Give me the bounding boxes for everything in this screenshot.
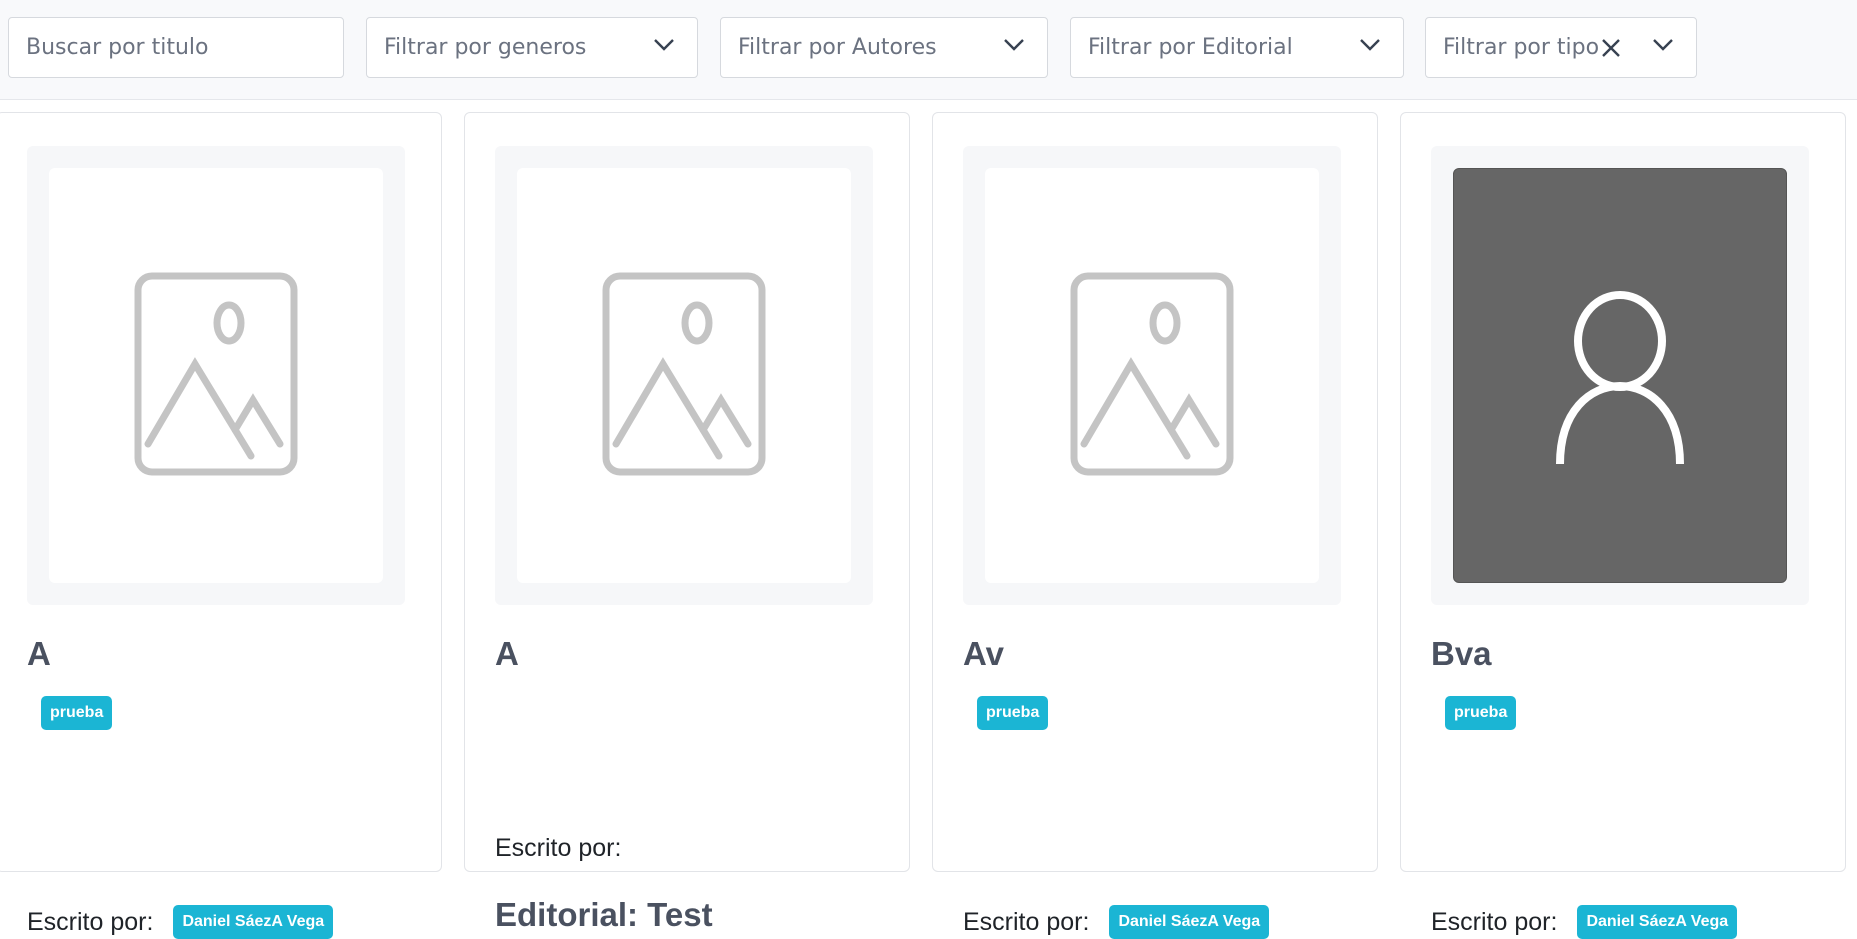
author-label: Escrito por: xyxy=(1431,907,1558,936)
book-title: Av xyxy=(963,635,1004,672)
author-badge[interactable]: Daniel SáezA Vega xyxy=(1109,905,1270,939)
image-placeholder-icon xyxy=(134,272,298,475)
author-filter-select[interactable]: Filtrar por Autores xyxy=(720,17,1048,78)
chevron-down-icon xyxy=(1360,39,1380,51)
image-placeholder-icon xyxy=(1070,272,1234,475)
author-row: Escrito por: Daniel SáezA Vega xyxy=(27,905,334,939)
author-row: Escrito por: Daniel SáezA Vega xyxy=(1431,905,1738,939)
publisher-filter-select[interactable]: Filtrar por Editorial xyxy=(1070,17,1404,78)
book-card[interactable]: Bva prueba Escrito por: Daniel SáezA Veg… xyxy=(1400,112,1846,939)
book-image xyxy=(517,168,851,583)
book-card[interactable]: Av prueba Escrito por: Daniel SáezA Vega xyxy=(932,112,1378,939)
book-card[interactable]: A prueba Escrito por: Daniel SáezA Vega xyxy=(0,112,442,939)
book-image xyxy=(985,168,1319,583)
author-label: Escrito por: xyxy=(495,834,622,862)
chevron-down-icon xyxy=(654,39,674,51)
type-filter-label: Filtrar por tipo xyxy=(1443,35,1600,60)
search-input-placeholder: Buscar por titulo xyxy=(26,35,209,60)
book-image xyxy=(49,168,383,583)
filter-bar: Buscar por titulo Filtrar por generos Fi… xyxy=(0,0,1857,100)
type-filter-select[interactable]: Filtrar por tipo xyxy=(1425,17,1697,78)
genre-badge: prueba xyxy=(41,696,113,730)
close-icon[interactable] xyxy=(1600,37,1622,59)
search-input[interactable]: Buscar por titulo xyxy=(8,17,344,78)
book-image xyxy=(1453,168,1787,583)
editorial-text: Editorial: Test xyxy=(495,896,713,933)
book-image-frame xyxy=(963,146,1341,605)
book-title: A xyxy=(27,635,51,672)
author-badge[interactable]: Daniel SáezA Vega xyxy=(173,905,334,939)
book-title: A xyxy=(495,635,519,672)
chevron-down-icon xyxy=(1004,39,1024,51)
genre-badge: prueba xyxy=(1445,696,1517,730)
book-image-frame xyxy=(495,146,873,605)
book-image-frame xyxy=(27,146,405,605)
book-title: Bva xyxy=(1431,635,1492,672)
publisher-filter-label: Filtrar por Editorial xyxy=(1088,35,1293,60)
user-avatar-icon xyxy=(1556,290,1684,464)
book-image-frame xyxy=(1431,146,1809,605)
chevron-down-icon[interactable] xyxy=(1652,38,1674,52)
genre-badge: prueba xyxy=(977,696,1049,730)
image-placeholder-icon xyxy=(602,272,766,475)
author-label: Escrito por: xyxy=(27,907,154,936)
genre-filter-label: Filtrar por generos xyxy=(384,35,587,60)
genre-filter-select[interactable]: Filtrar por generos xyxy=(366,17,698,78)
author-label: Escrito por: xyxy=(963,907,1090,936)
author-badge[interactable]: Daniel SáezA Vega xyxy=(1577,905,1738,939)
author-row: Escrito por: Daniel SáezA Vega xyxy=(963,905,1270,939)
author-filter-label: Filtrar por Autores xyxy=(738,35,937,60)
book-card[interactable]: A Escrito por: Editorial: Test xyxy=(464,112,910,933)
